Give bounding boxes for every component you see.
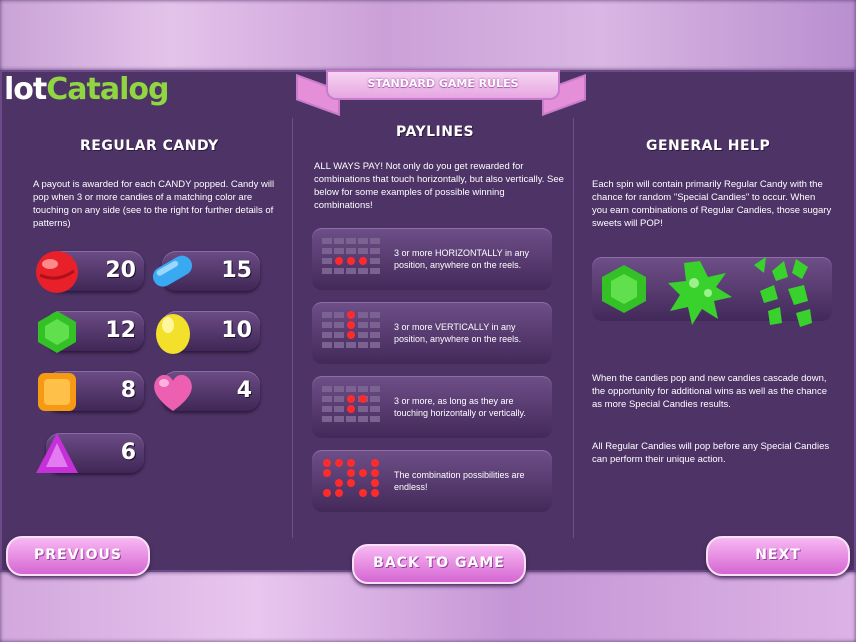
payline-row-endless: The combination possibilities are endles… xyxy=(312,450,552,512)
general-help-title: GENERAL HELP xyxy=(646,138,771,154)
title-ribbon: STANDARD GAME RULES xyxy=(296,70,586,117)
previous-button[interactable]: PREVIOUS xyxy=(6,536,150,576)
candy-value-red: 20 xyxy=(105,258,136,283)
regular-candy-description: A payout is awarded for each CANDY poppe… xyxy=(33,179,275,229)
green-candy-shatter-icon xyxy=(754,257,812,327)
candy-value-orange: 8 xyxy=(120,378,136,403)
general-help-paragraph-1: Each spin will contain primarily Regular… xyxy=(592,179,832,229)
paylines-title: PAYLINES xyxy=(396,124,475,140)
candy-value-blue: 15 xyxy=(221,258,252,283)
payline-text-vertical: 3 or more VERTICALLY in any position, an… xyxy=(394,322,522,344)
back-to-game-button[interactable]: BACK TO GAME xyxy=(352,544,526,584)
general-help-paragraph-2: When the candies pop and new candies cas… xyxy=(592,373,827,410)
candy-pill-purple: 6 xyxy=(36,433,144,473)
candy-value-green: 12 xyxy=(105,318,136,343)
yellow-candy-icon xyxy=(156,314,190,354)
watermark-text-green: Catalog xyxy=(46,72,169,107)
candy-pill-green: 12 xyxy=(38,311,144,353)
payline-text-endless: The combination possibilities are endles… xyxy=(394,470,525,492)
candy-value-yellow: 10 xyxy=(221,318,252,343)
payline-row-vertical: 3 or more VERTICALLY in any position, an… xyxy=(312,302,552,364)
green-candy-burst-icon xyxy=(668,261,732,325)
candy-pill-blue: 15 xyxy=(152,251,260,291)
watermark-logo: lotCatalog xyxy=(0,70,169,110)
pink-heart-candy-icon xyxy=(154,374,192,411)
special-candies-strip xyxy=(592,257,832,327)
watermark-text-white: lot xyxy=(4,72,47,107)
endless-pattern-icon xyxy=(323,459,379,497)
vertical-pattern-icon xyxy=(322,311,380,348)
green-candy-icon xyxy=(602,265,646,313)
ribbon-title: STANDARD GAME RULES xyxy=(326,70,560,100)
general-help-paragraph-3: All Regular Candies will pop before any … xyxy=(592,441,830,465)
payline-text-horizontal: 3 or more HORIZONTALLY in any position, … xyxy=(394,248,530,270)
paylines-description: ALL WAYS PAY! Not only do you get reward… xyxy=(314,161,564,211)
regular-candy-title: REGULAR CANDY xyxy=(80,138,219,154)
candy-value-purple: 6 xyxy=(120,440,136,465)
candy-pill-yellow: 10 xyxy=(156,311,260,354)
column-divider-right xyxy=(573,118,574,538)
touching-pattern-icon xyxy=(322,386,380,422)
candy-value-pink: 4 xyxy=(236,378,252,403)
blurred-background-top xyxy=(0,0,856,70)
column-divider-left xyxy=(292,118,293,538)
next-button[interactable]: NEXT xyxy=(706,536,850,576)
blue-candy-icon xyxy=(152,255,193,287)
green-candy-icon xyxy=(38,311,76,353)
payline-row-horizontal: 3 or more HORIZONTALLY in any position, … xyxy=(312,228,552,290)
red-candy-icon xyxy=(36,251,78,293)
candy-pill-orange: 8 xyxy=(38,371,144,411)
orange-candy-icon xyxy=(38,373,76,411)
payline-row-touching: 3 or more, as long as they are touching … xyxy=(312,376,552,438)
horizontal-pattern-icon xyxy=(322,238,380,274)
purple-triangle-candy-icon xyxy=(36,433,78,473)
candy-pill-red: 20 xyxy=(36,251,144,293)
payline-text-touching: 3 or more, as long as they are touching … xyxy=(394,396,526,418)
candy-pill-pink: 4 xyxy=(154,371,260,411)
